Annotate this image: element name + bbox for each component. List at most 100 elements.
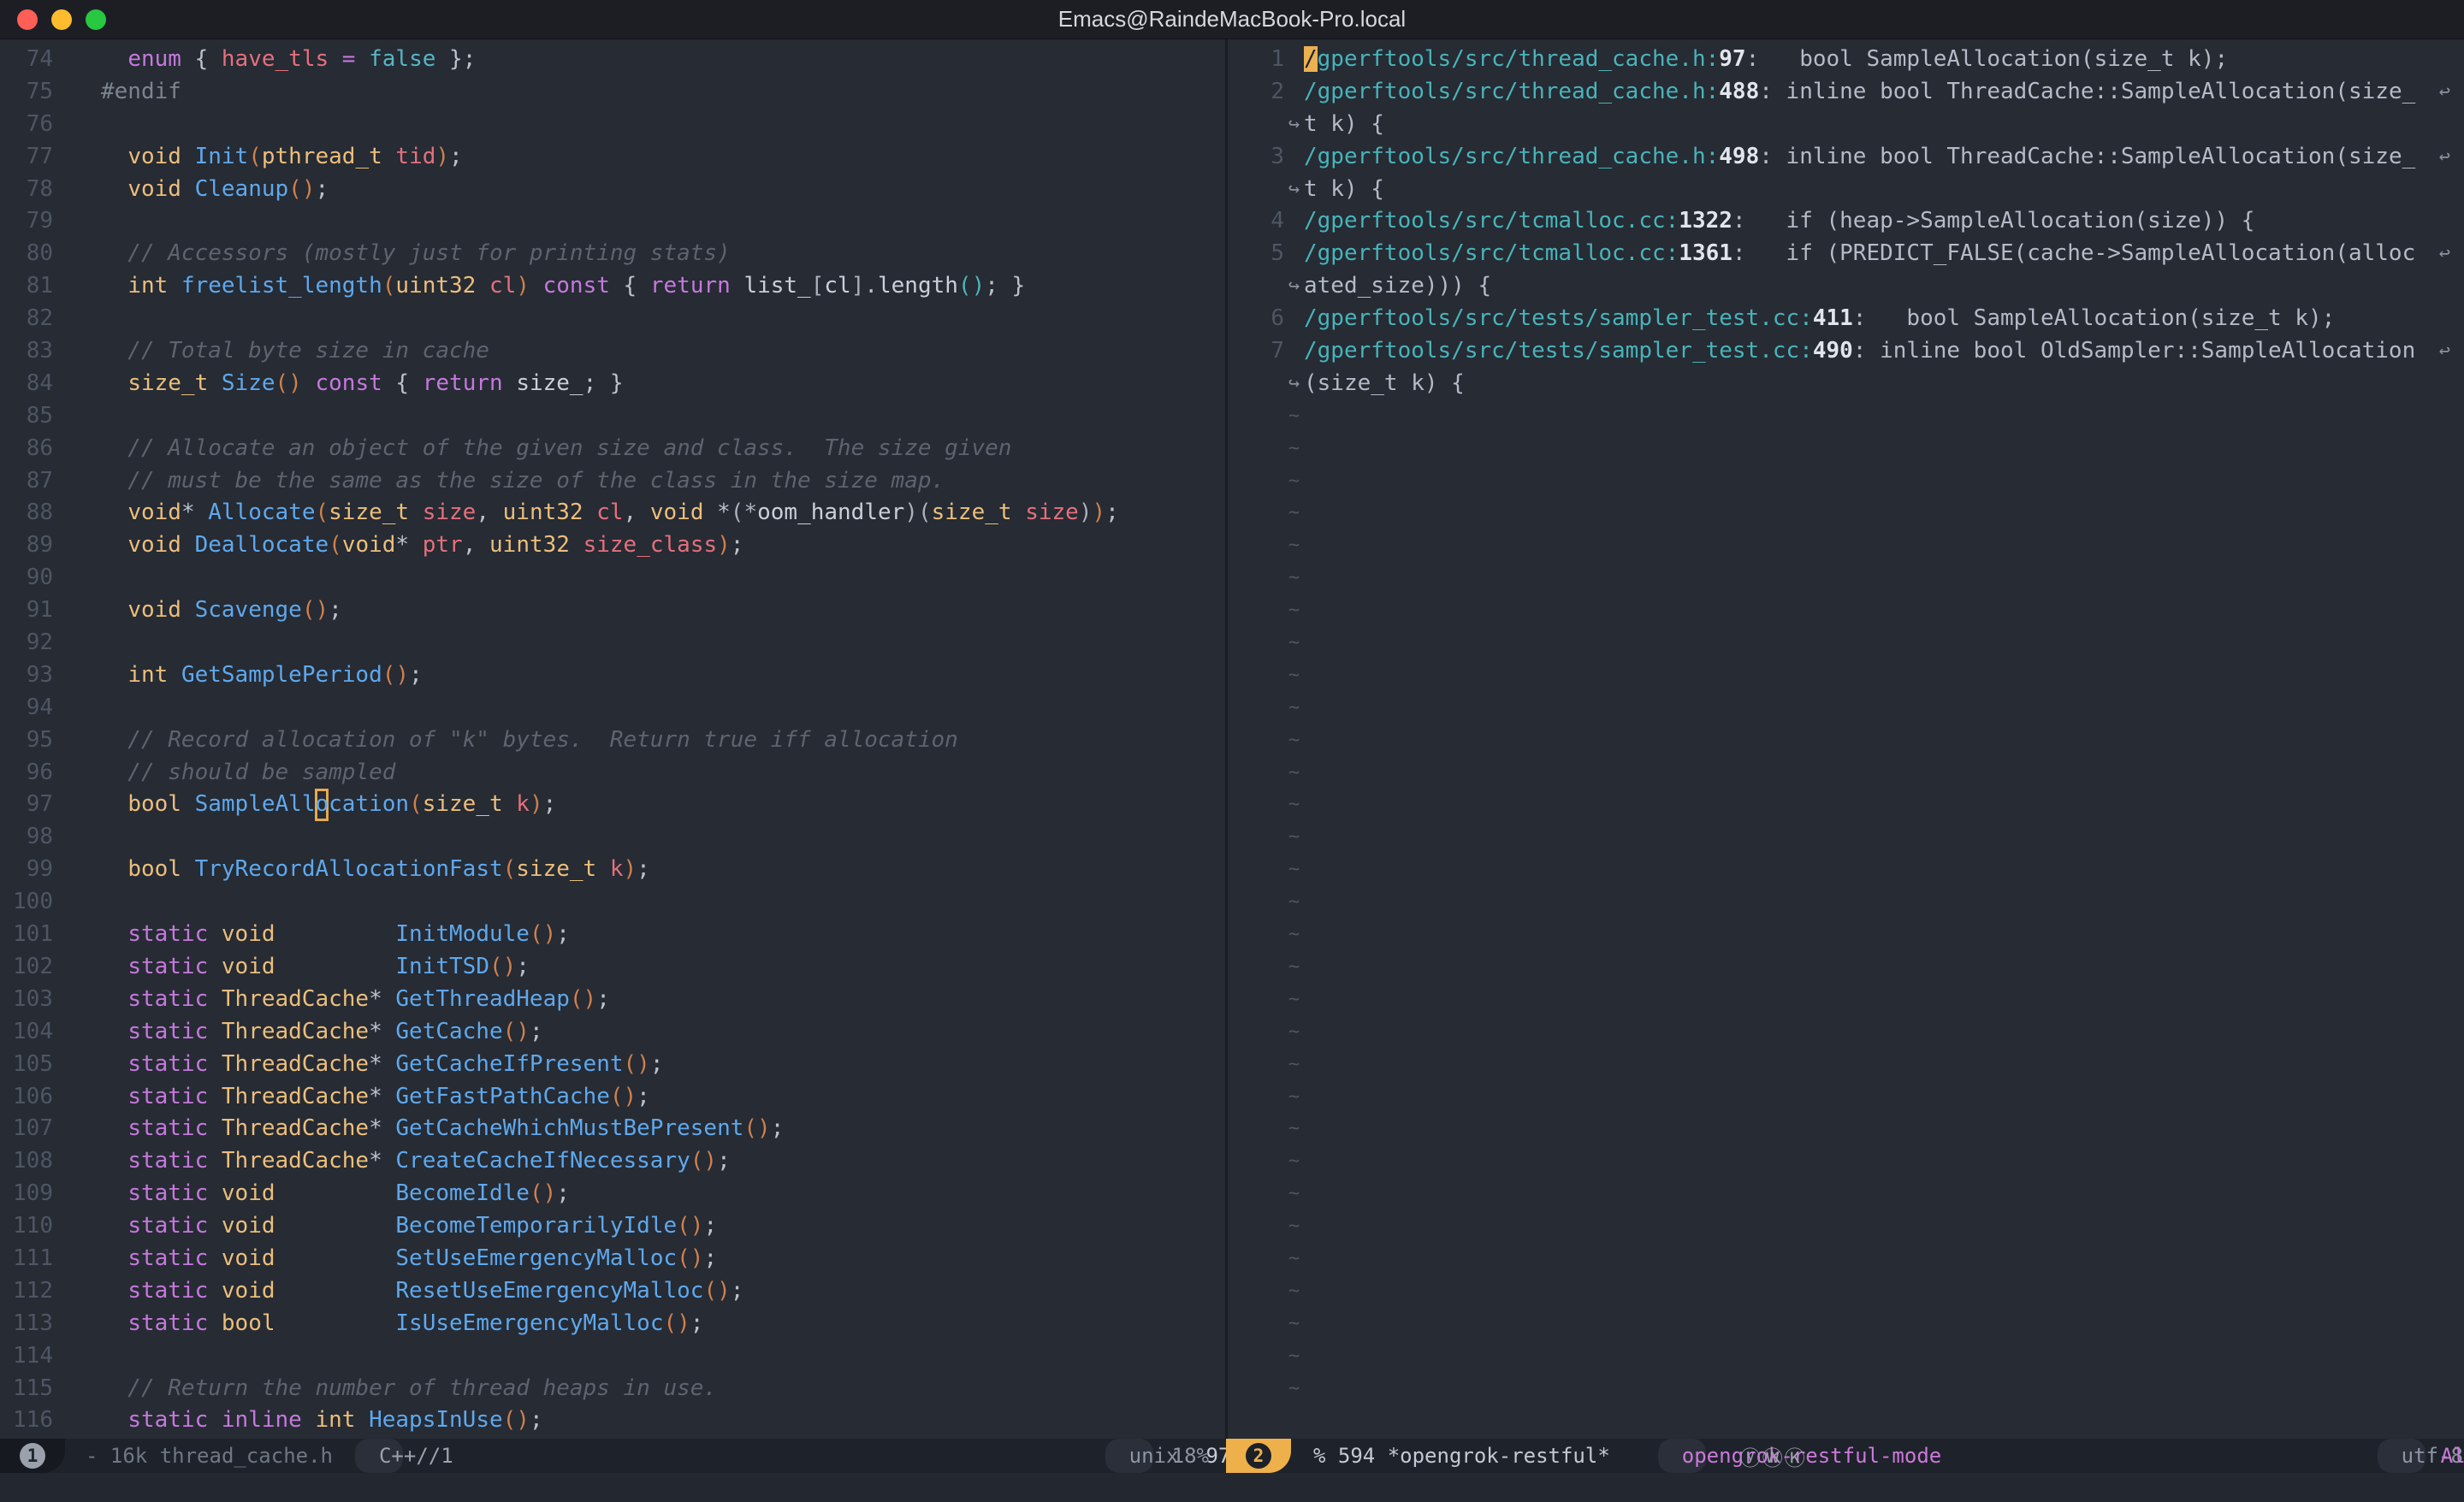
empty-line: ~ <box>1228 465 2464 498</box>
code-token: (* <box>731 500 757 525</box>
result-line[interactable]: 5/gperftools/src/tcmalloc.cc:1361: if (P… <box>1228 238 2464 270</box>
empty-line-tilde: ~ <box>1284 1113 1304 1145</box>
code-token <box>302 370 316 396</box>
code-text: void Init(pthread_t tid); <box>101 141 463 174</box>
code-token <box>101 986 127 1012</box>
empty-line-tilde: ~ <box>1284 1308 1304 1340</box>
line-number: 80 <box>0 238 53 270</box>
line-number: 79 <box>0 205 53 238</box>
code-text: enum { have_tls = false }; <box>101 44 476 76</box>
code-token <box>275 1278 396 1304</box>
scroll-position-indicator: All <box>2441 1444 2464 1468</box>
code-token <box>101 1115 127 1141</box>
empty-line-tilde: ~ <box>1284 529 1304 562</box>
code-token <box>181 597 195 623</box>
code-token: // Record allocation of "k" bytes. Retur… <box>101 727 958 753</box>
code-token: SetUseEmergencyMalloc <box>395 1245 677 1271</box>
empty-line-tilde: ~ <box>1284 562 1304 594</box>
line-number: 6 <box>1228 303 1284 335</box>
empty-line-tilde: ~ <box>1284 1049 1304 1081</box>
code-line: 90 <box>0 562 1225 594</box>
code-token: * <box>369 1148 395 1174</box>
emacs-window: Emacs@RaindeMacBook-Pro.local 74 enum { … <box>0 0 2464 1502</box>
code-token: Scavenge <box>195 597 302 623</box>
code-token <box>530 273 543 299</box>
close-icon[interactable] <box>17 9 38 30</box>
code-token <box>275 1213 396 1239</box>
line-number: 84 <box>0 368 53 400</box>
code-token: static <box>127 986 208 1012</box>
code-token: ; <box>650 1051 664 1077</box>
result-line[interactable]: 3/gperftools/src/thread_cache.h:498: inl… <box>1228 141 2464 174</box>
code-token: k <box>610 856 624 882</box>
traffic-lights <box>17 0 106 38</box>
wrap-continue-icon: ↪ <box>1284 109 1304 141</box>
code-token: ; <box>530 1407 543 1433</box>
line-number: 109 <box>0 1178 53 1210</box>
result-line[interactable]: ↪t k) { <box>1228 174 2464 206</box>
code-text: static inline int HeapsInUse(); <box>101 1404 543 1437</box>
titlebar[interactable]: Emacs@RaindeMacBook-Pro.local <box>0 0 2464 39</box>
result-line[interactable]: 4/gperftools/src/tcmalloc.cc:1322: if (h… <box>1228 205 2464 238</box>
search-results-pane[interactable]: 1/gperftools/src/thread_cache.h:97: bool… <box>1228 39 2464 1439</box>
code-line: 108 static ThreadCache* CreateCacheIfNec… <box>0 1145 1225 1178</box>
code-token: size_t <box>423 791 503 817</box>
code-token: IsUseEmergencyMalloc <box>395 1310 663 1336</box>
code-token: static <box>127 1278 208 1304</box>
empty-line-tilde: ~ <box>1284 1081 1304 1114</box>
empty-line-tilde: ~ <box>1284 984 1304 1016</box>
empty-line-tilde: ~ <box>1284 1243 1304 1275</box>
minimize-icon[interactable] <box>51 9 72 30</box>
result-file-path: /gperftools/src/tcmalloc.cc: <box>1304 240 1679 266</box>
code-text: // Return the number of thread heaps in … <box>101 1373 717 1405</box>
line-number: 102 <box>0 951 53 984</box>
result-line[interactable]: ↪(size_t k) { <box>1228 368 2464 400</box>
result-line[interactable]: 1/gperftools/src/thread_cache.h:97: bool… <box>1228 44 2464 76</box>
echo-area[interactable] <box>0 1473 2464 1502</box>
result-line[interactable]: 6/gperftools/src/tests/sampler_test.cc:4… <box>1228 303 2464 335</box>
result-line[interactable]: ↪ated_size))) { <box>1228 270 2464 303</box>
result-file-path: /gperftools/src/tcmalloc.cc: <box>1304 208 1679 234</box>
source-buffer-pane[interactable]: 74 enum { have_tls = false };75#endif767… <box>0 39 1225 1439</box>
line-number: 1 <box>1228 44 1284 76</box>
code-token: InitTSD <box>395 954 489 979</box>
code-token <box>596 856 610 882</box>
code-token: return <box>423 370 503 396</box>
code-token: void <box>222 921 275 947</box>
line-number: 111 <box>0 1243 53 1275</box>
code-token <box>476 273 489 299</box>
code-token: ; <box>530 1019 543 1044</box>
code-token: Init <box>195 144 249 169</box>
result-line[interactable]: 7/gperftools/src/tests/sampler_test.cc:4… <box>1228 335 2464 368</box>
major-mode-indicator[interactable]: C++//1 <box>355 1439 403 1473</box>
zoom-icon[interactable] <box>86 9 106 30</box>
result-file-path: /gperftools/src/thread_cache.h: <box>1304 144 1719 169</box>
code-text: int GetSamplePeriod(); <box>101 659 423 692</box>
code-token: int <box>127 662 168 688</box>
major-mode-indicator[interactable]: opengrok-restful-mode <box>1658 1439 1706 1473</box>
code-text: void Cleanup(); <box>101 174 329 206</box>
empty-line-tilde: ~ <box>1284 724 1304 757</box>
code-token: void <box>127 532 181 558</box>
line-number: 2 <box>1228 76 1284 109</box>
result-line[interactable]: 2/gperftools/src/thread_cache.h:488: inl… <box>1228 76 2464 109</box>
code-token: GetCacheWhichMustBePresent <box>395 1115 743 1141</box>
result-line[interactable]: ↪t k) { <box>1228 109 2464 141</box>
code-token <box>101 791 127 817</box>
code-token: ) <box>435 144 449 169</box>
code-token: static <box>127 1407 208 1433</box>
code-token: { <box>181 46 222 72</box>
code-token: uint32 <box>489 532 570 558</box>
line-number: 81 <box>0 270 53 303</box>
window-number-tab: 1 <box>0 1439 65 1473</box>
code-token: )( <box>904 500 931 525</box>
code-token: () <box>677 1213 703 1239</box>
code-line: 79 <box>0 205 1225 238</box>
code-token: // should be sampled <box>101 760 395 785</box>
result-continuation-text: t k) { <box>1304 109 1384 141</box>
code-token: size <box>423 500 477 525</box>
code-token: () <box>530 921 556 947</box>
code-text: static ThreadCache* GetCache(); <box>101 1016 543 1049</box>
code-token: const <box>543 273 610 299</box>
result-text: /gperftools/src/thread_cache.h:97: bool … <box>1304 44 2228 76</box>
